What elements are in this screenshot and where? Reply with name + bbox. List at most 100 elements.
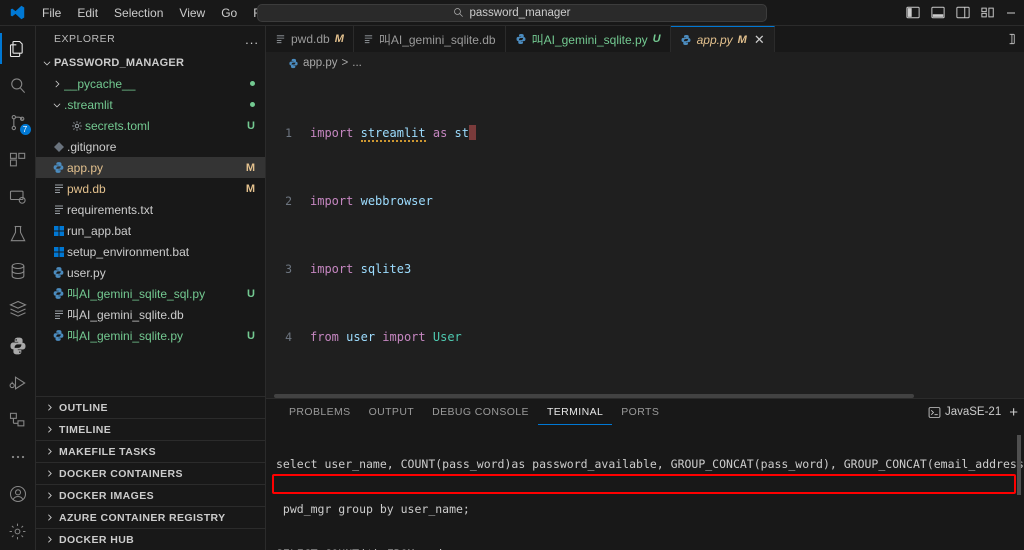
panel-tab-problems[interactable]: PROBLEMS	[280, 399, 360, 425]
tab-label: app.py	[696, 32, 733, 47]
file-label: setup_environment.bat	[67, 244, 190, 259]
tree-item-run-app-bat[interactable]: run_app.bat	[36, 220, 265, 241]
activity-database-icon[interactable]	[0, 253, 36, 290]
tree-item-ai-gemini-sqlite-sql-py[interactable]: 叫AI_gemini_sqlite_sql.py U	[36, 283, 265, 304]
terminal-line: select user_name, COUNT(pass_word)as pas…	[276, 457, 1024, 471]
panel-tab-output[interactable]: OUTPUT	[360, 399, 424, 425]
close-icon[interactable]: ✕	[754, 32, 765, 48]
chevron-right-icon	[42, 491, 56, 500]
activity-explorer-icon[interactable]	[0, 30, 36, 67]
customize-layout-icon[interactable]	[981, 6, 995, 19]
panel-tab-debug-console[interactable]: DEBUG CONSOLE	[423, 399, 538, 425]
activity-more-actions-icon[interactable]	[0, 439, 36, 476]
breadcrumb-rest[interactable]: ...	[352, 57, 362, 69]
chevron-right-icon	[42, 535, 56, 544]
split-editor-icon[interactable]	[1002, 32, 1016, 46]
tree-item-ai-gemini-sqlite-db[interactable]: 叫AI_gemini_sqlite.db	[36, 304, 265, 325]
menu-go[interactable]: Go	[213, 3, 245, 23]
git-status-dot	[250, 81, 255, 86]
file-label: user.py	[67, 265, 106, 280]
activity-run-and-debug-icon[interactable]	[0, 364, 36, 401]
terminal-profile[interactable]: JavaSE-21	[928, 406, 1001, 419]
editor-horizontal-scrollbar[interactable]	[266, 394, 1024, 398]
sidebar-section-docker-hub[interactable]: DOCKER HUB	[36, 528, 265, 550]
menu-selection[interactable]: Selection	[106, 3, 171, 23]
annotation-highlight-box	[272, 474, 1016, 494]
activity-docker-icon[interactable]	[0, 401, 36, 438]
search-icon	[453, 7, 464, 18]
tab-dirty-mark: U	[652, 33, 661, 45]
windows-batch-icon	[50, 225, 67, 237]
activity-testing-icon[interactable]	[0, 216, 36, 253]
section-label: AZURE CONTAINER REGISTRY	[59, 511, 226, 524]
tree-item-setup-environment-bat[interactable]: setup_environment.bat	[36, 241, 265, 262]
tree-item-secrets-toml[interactable]: secrets.toml U	[36, 115, 265, 136]
secondary-sidebar-icon[interactable]	[956, 6, 970, 19]
activity-search-icon[interactable]	[0, 67, 36, 104]
menu-file[interactable]: File	[34, 3, 69, 23]
sidebar-section-docker-images[interactable]: DOCKER IMAGES	[36, 484, 265, 506]
git-status-dot	[250, 102, 255, 107]
editor-tab-bar: pwd.db M 叫AI_gemini_sqlite.db 叫AI_gemini…	[266, 26, 1024, 52]
tab-pwd-db[interactable]: pwd.db M	[266, 26, 354, 52]
tab-label: 叫AI_gemini_sqlite.db	[378, 32, 496, 47]
code-line: 1 import streamlit as st	[266, 125, 1024, 142]
tree-root-folder[interactable]: PASSWORD_MANAGER	[36, 52, 265, 73]
activity-sql-server-icon[interactable]	[0, 290, 36, 327]
tab-app-py[interactable]: app.py M ✕	[670, 26, 775, 52]
activity-source-control-icon[interactable]: 7	[0, 104, 36, 141]
sidebar-section-outline[interactable]: OUTLINE	[36, 396, 265, 418]
minimize-icon[interactable]	[1006, 8, 1016, 18]
accounts-icon[interactable]	[0, 476, 36, 513]
file-label: 叫AI_gemini_sqlite_sql.py	[67, 287, 206, 301]
terminal-scrollbar[interactable]	[1013, 425, 1023, 550]
code-editor[interactable]: 1 import streamlit as st 2 import webbrows…	[266, 74, 1024, 398]
chevron-right-icon	[42, 425, 56, 434]
workbench-body: 7 EXPLORER ... PASSWORD_MANAGER __pycach…	[0, 26, 1024, 550]
activity-python-icon[interactable]	[0, 327, 36, 364]
breadcrumb-file[interactable]: app.py	[303, 57, 338, 69]
explorer-more-actions-icon[interactable]: ...	[245, 32, 259, 47]
sidebar-section-makefile-tasks[interactable]: MAKEFILE TASKS	[36, 440, 265, 462]
git-status-mark: M	[245, 161, 255, 174]
tab-ai-gemini-sqlite-db[interactable]: 叫AI_gemini_sqlite.db	[353, 26, 506, 52]
menu-edit[interactable]: Edit	[69, 3, 106, 23]
title-bar: File Edit Selection View Go Run Terminal…	[0, 0, 1024, 26]
line-number: 2	[285, 194, 292, 208]
file-label: requirements.txt	[67, 202, 154, 217]
settings-gear-icon[interactable]	[0, 513, 36, 550]
tree-item-requirements-txt[interactable]: requirements.txt	[36, 199, 265, 220]
menu-view[interactable]: View	[171, 3, 213, 23]
tree-item-ai-gemini-sqlite-py[interactable]: 叫AI_gemini_sqlite.py U	[36, 325, 265, 346]
database-file-icon	[50, 309, 67, 321]
panel-tab-ports[interactable]: PORTS	[612, 399, 668, 425]
sidebar-section-timeline[interactable]: TIMELINE	[36, 418, 265, 440]
panel-tab-terminal[interactable]: TERMINAL	[537, 399, 613, 425]
tab-ai-gemini-sqlite-py[interactable]: 叫AI_gemini_sqlite.py U	[505, 26, 671, 52]
tree-item-app-py[interactable]: app.py M	[36, 157, 265, 178]
tree-item-streamlit[interactable]: .streamlit	[36, 94, 265, 115]
activity-remote-explorer-icon[interactable]	[0, 179, 36, 216]
file-label: pwd.db	[67, 181, 106, 196]
terminal-output[interactable]: select user_name, COUNT(pass_word)as pas…	[266, 425, 1024, 550]
tree-item-gitignore[interactable]: .gitignore	[36, 136, 265, 157]
command-center-search[interactable]: password_manager	[257, 3, 767, 22]
sidebar-section-docker-containers[interactable]: DOCKER CONTAINERS	[36, 462, 265, 484]
section-label: DOCKER IMAGES	[59, 489, 155, 502]
file-label: app.py	[67, 160, 104, 175]
windows-batch-icon	[50, 246, 67, 258]
primary-sidebar-icon[interactable]	[906, 6, 920, 19]
chevron-down-icon	[50, 100, 64, 110]
activity-extensions-icon[interactable]	[0, 141, 36, 178]
line-number: 3	[285, 262, 292, 276]
tree-item-user-py[interactable]: user.py	[36, 262, 265, 283]
new-terminal-icon[interactable]: +	[1009, 404, 1018, 421]
text-file-icon	[50, 204, 67, 216]
tree-item-pycache[interactable]: __pycache__	[36, 73, 265, 94]
panel-icon[interactable]	[931, 6, 945, 19]
section-label: OUTLINE	[59, 401, 108, 414]
window-layout-controls	[906, 6, 1016, 19]
sidebar-section-azure-container-registry[interactable]: AZURE CONTAINER REGISTRY	[36, 506, 265, 528]
section-label: DOCKER HUB	[59, 533, 135, 546]
tree-item-pwd-db[interactable]: pwd.db M	[36, 178, 265, 199]
